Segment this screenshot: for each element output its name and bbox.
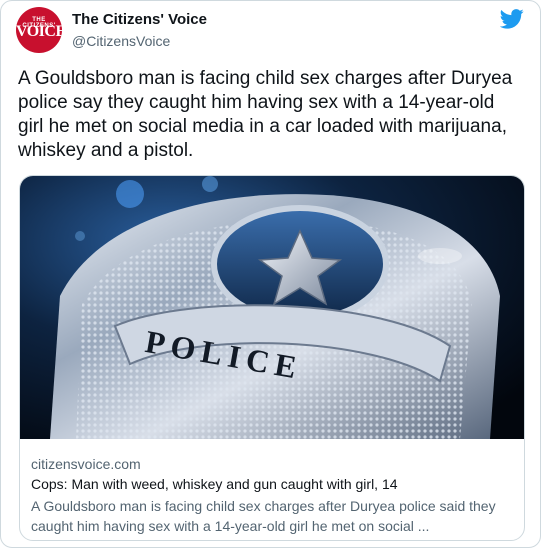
twitter-bird-icon[interactable] [500, 9, 524, 29]
tweet-text: A Gouldsboro man is facing child sex cha… [18, 68, 513, 161]
link-card[interactable]: POLICE citizensvoice.com Cops: Man with … [19, 175, 525, 541]
card-title[interactable]: Cops: Man with weed, whiskey and gun cau… [31, 476, 398, 492]
account-handle[interactable]: @CitizensVoice [72, 33, 170, 49]
card-domain[interactable]: citizensvoice.com [31, 456, 141, 472]
avatar-logo-main: VOICE [16, 23, 62, 40]
card-description: A Gouldsboro man is facing child sex cha… [31, 498, 496, 534]
avatar[interactable]: THE CITIZENS' VOICE [16, 7, 62, 53]
account-name[interactable]: The Citizens' Voice [72, 11, 207, 28]
police-badge-image[interactable]: POLICE [20, 176, 524, 439]
tweet-card[interactable]: THE CITIZENS' VOICE The Citizens' Voice … [0, 0, 541, 548]
